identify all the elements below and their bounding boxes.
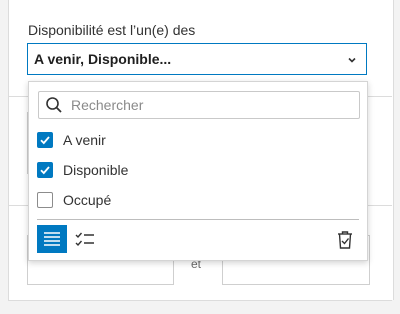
search-box <box>38 91 360 119</box>
checklist-icon <box>75 231 95 249</box>
search-input[interactable] <box>69 96 353 114</box>
search-icon <box>45 96 63 114</box>
checkbox-unchecked-icon[interactable] <box>37 192 53 208</box>
list-icon <box>43 231 61 247</box>
option-label: Occupé <box>63 192 112 208</box>
option-disponible[interactable]: Disponible <box>37 158 128 182</box>
option-label: Disponible <box>63 162 129 178</box>
selected-only-button[interactable] <box>73 228 97 252</box>
option-a-venir[interactable]: A venir <box>37 128 106 152</box>
select-value: A venir, Disponible... <box>34 51 172 67</box>
option-label: A venir <box>63 132 106 148</box>
trash-icon <box>336 230 354 250</box>
chevron-down-icon <box>346 53 358 65</box>
options-dropdown: A venir Disponible Occupé <box>28 81 368 261</box>
filter-label: Disponibilité est l’un(e) des <box>28 22 196 38</box>
checkbox-checked-icon[interactable] <box>37 162 53 178</box>
option-occupe[interactable]: Occupé <box>37 188 111 212</box>
availability-select[interactable]: A venir, Disponible... <box>27 43 367 75</box>
background-divider <box>8 300 392 301</box>
checkbox-checked-icon[interactable] <box>37 132 53 148</box>
list-view-button[interactable] <box>37 225 67 253</box>
divider <box>37 219 359 220</box>
clear-selection-button[interactable] <box>333 228 357 252</box>
